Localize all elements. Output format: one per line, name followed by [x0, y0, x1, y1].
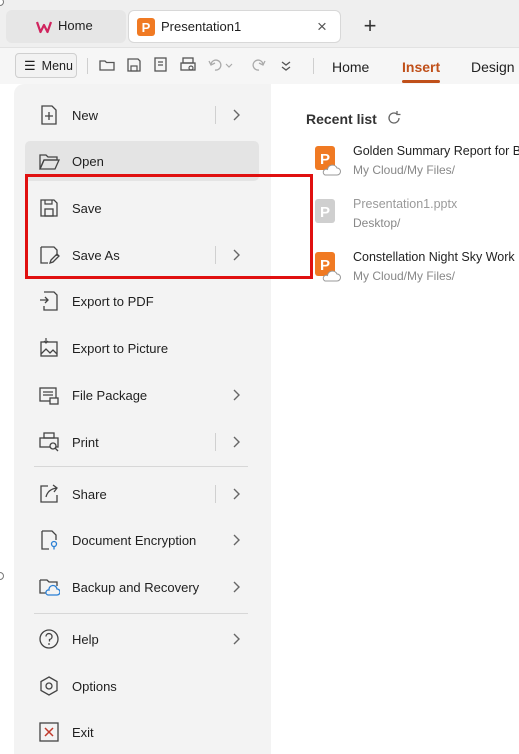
open-folder-icon[interactable]: [98, 56, 116, 74]
save-icon[interactable]: [125, 56, 143, 74]
menu-item-label: Export to PDF: [72, 293, 154, 309]
presentation-cloud-file-icon: P: [315, 146, 341, 176]
tab-presentation[interactable]: P Presentation1 ×: [128, 10, 341, 43]
tab-home[interactable]: Home: [6, 10, 126, 43]
new-document-icon: [41, 105, 57, 125]
menu-item-options[interactable]: Options: [25, 666, 259, 706]
menu-item-help[interactable]: Help: [25, 619, 259, 659]
title-bar: Home P Presentation1 × +: [0, 0, 519, 48]
recent-file-item[interactable]: P Presentation1.pptx Desktop/: [311, 197, 519, 241]
presentation-file-icon: P: [137, 18, 155, 36]
menu-divider: [34, 466, 248, 467]
print-preview-icon[interactable]: [179, 56, 197, 74]
presentation-file-icon: P: [315, 199, 335, 223]
gear-icon: [40, 676, 58, 696]
export-pdf-icon: [40, 291, 58, 311]
menu-item-divider: [215, 106, 216, 124]
wps-logo-icon: [36, 21, 52, 34]
tab-presentation-label: Presentation1: [161, 19, 242, 34]
menu-item-label: New: [72, 107, 99, 123]
menu-item-divider: [215, 433, 216, 451]
recent-list-title: Recent list: [306, 111, 377, 127]
recent-file-name: Golden Summary Report for Bu: [353, 144, 519, 158]
menu-item-label: File Package: [72, 387, 148, 403]
svg-text:P: P: [320, 204, 330, 221]
refresh-icon[interactable]: [386, 110, 402, 126]
chevron-right-icon[interactable]: [231, 532, 241, 548]
recent-file-name: Constellation Night Sky Work I: [353, 250, 519, 264]
menu-item-label: Options: [72, 678, 117, 694]
menu-item-export-picture[interactable]: Export to Picture: [25, 328, 259, 368]
menu-item-backup-recovery[interactable]: Backup and Recovery: [25, 567, 259, 607]
chevron-right-icon[interactable]: [231, 486, 241, 502]
document-lock-icon: [41, 530, 58, 550]
menu-item-label: Share: [72, 486, 107, 502]
ribbon-tab-home[interactable]: Home: [332, 59, 369, 75]
new-tab-button[interactable]: +: [358, 14, 382, 38]
export-icon[interactable]: [152, 56, 170, 74]
menu-item-label: Print: [72, 434, 99, 450]
toolbar-divider: [313, 58, 314, 74]
menu-item-exit[interactable]: Exit: [25, 712, 259, 752]
cloud-backup-icon: [39, 579, 60, 596]
help-icon: [39, 629, 59, 649]
menu-item-document-encryption[interactable]: Document Encryption: [25, 520, 259, 560]
menu-item-label: Export to Picture: [72, 340, 169, 356]
menu-button-label: Menu: [41, 58, 73, 73]
redo-icon[interactable]: [249, 56, 267, 74]
more-chevron-icon[interactable]: [277, 56, 295, 74]
recent-file-item[interactable]: P Constellation Night Sky Work I My Clou…: [311, 250, 519, 294]
recent-file-name: Presentation1.pptx: [353, 197, 458, 211]
exit-icon: [39, 722, 59, 742]
menu-item-label: Document Encryption: [72, 532, 197, 548]
recent-file-path: Desktop/: [353, 216, 401, 230]
recent-file-path: My Cloud/My Files/: [353, 163, 456, 177]
ribbon-tab-design[interactable]: Design: [471, 59, 515, 75]
menu-item-label: Exit: [72, 724, 94, 740]
close-icon[interactable]: ×: [312, 17, 332, 37]
share-icon: [40, 484, 58, 503]
export-picture-icon: [40, 338, 58, 357]
menu-item-new[interactable]: New: [25, 95, 259, 135]
recent-file-item[interactable]: P Golden Summary Report for Bu My Cloud/…: [311, 144, 519, 188]
chevron-right-icon[interactable]: [231, 631, 241, 647]
undo-icon[interactable]: [207, 56, 233, 74]
file-package-icon: [39, 387, 59, 405]
highlight-box: [25, 174, 313, 279]
menu-item-label: Open: [72, 153, 104, 169]
menu-button[interactable]: ☰ Menu: [15, 53, 77, 78]
chevron-right-icon[interactable]: [231, 387, 241, 403]
hamburger-icon: ☰: [24, 57, 36, 73]
toolbar-divider: [87, 58, 88, 74]
menu-item-export-pdf[interactable]: Export to PDF: [25, 281, 259, 321]
presentation-cloud-file-icon: P: [315, 252, 341, 282]
menu-item-share[interactable]: Share: [25, 474, 259, 514]
svg-text:P: P: [320, 257, 330, 274]
menu-item-divider: [215, 485, 216, 503]
ribbon-tab-insert[interactable]: Insert: [402, 59, 440, 75]
folder-open-icon: [38, 154, 60, 170]
chevron-right-icon[interactable]: [231, 579, 241, 595]
menu-item-print[interactable]: Print: [25, 422, 259, 462]
quick-toolbar: ☰ Menu Home Insert Design: [0, 48, 519, 84]
recent-file-path: My Cloud/My Files/: [353, 269, 456, 283]
tab-home-label: Home: [58, 18, 93, 33]
menu-item-label: Help: [72, 631, 99, 647]
chevron-right-icon[interactable]: [231, 107, 241, 123]
menu-divider: [34, 613, 248, 614]
chevron-right-icon[interactable]: [231, 434, 241, 450]
active-tab-underline: [402, 80, 440, 83]
menu-item-label: Backup and Recovery: [72, 579, 200, 595]
resize-handle[interactable]: [0, 572, 4, 580]
svg-text:P: P: [320, 151, 330, 168]
print-icon: [39, 432, 59, 452]
menu-item-file-package[interactable]: File Package: [25, 375, 259, 415]
